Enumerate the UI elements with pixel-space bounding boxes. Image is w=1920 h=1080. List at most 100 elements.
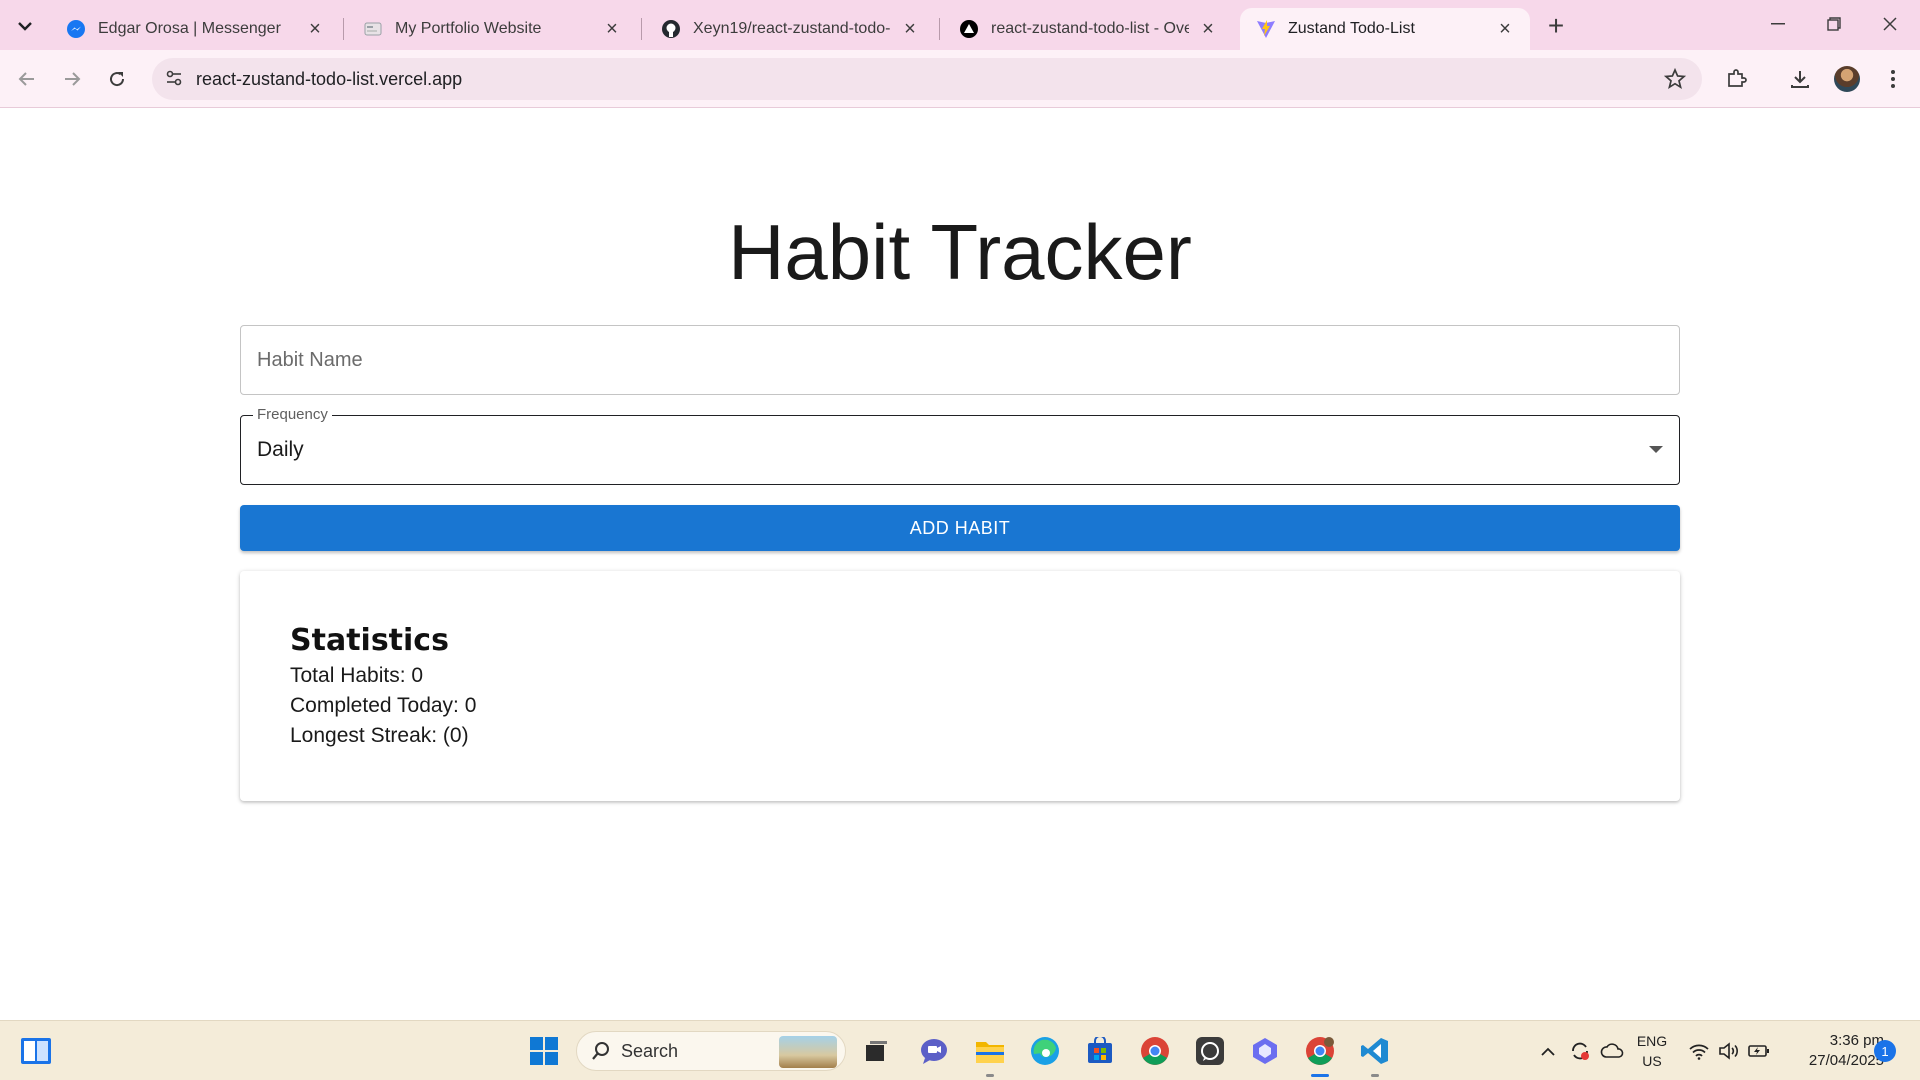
total-habits-stat: Total Habits: 0 — [290, 664, 424, 687]
whatsapp-button[interactable] — [1190, 1031, 1230, 1071]
show-hidden-icons-button[interactable] — [1536, 1031, 1560, 1071]
caret-down-icon[interactable] — [1649, 446, 1663, 453]
statistics-title: Statistics — [290, 623, 449, 658]
close-icon[interactable]: × — [899, 18, 921, 40]
vscode-button[interactable] — [1355, 1031, 1395, 1077]
running-indicator — [1371, 1074, 1379, 1077]
more-vertical-icon — [1891, 70, 1895, 88]
minimize-icon — [1771, 23, 1785, 25]
reload-icon — [110, 72, 125, 87]
whatsapp-icon — [1196, 1037, 1224, 1065]
chevron-up-icon — [1541, 1047, 1555, 1056]
tab-vercel[interactable]: react-zustand-todo-list - Overview × — [943, 8, 1233, 50]
cloud-icon — [1600, 1043, 1624, 1058]
chevron-down-icon — [18, 22, 32, 31]
profile-button[interactable] — [1830, 62, 1864, 96]
sync-icon — [1572, 1042, 1589, 1060]
messenger-icon — [66, 19, 86, 39]
restore-icon — [1827, 17, 1841, 31]
microsoft-store-button[interactable] — [1080, 1031, 1120, 1071]
page-content: Habit Tracker Frequency Daily ADD HABIT … — [0, 109, 1920, 1020]
browser-tab-strip: Edgar Orosa | Messenger × My Portfolio W… — [0, 0, 1920, 50]
tab-title: Xeyn19/react-zustand-todo-list — [693, 20, 891, 37]
taskbar: Search ENG US 3:36 pm 27/04/2025 — [0, 1020, 1920, 1080]
close-window-button[interactable] — [1862, 0, 1918, 48]
tab-title: My Portfolio Website — [395, 20, 542, 37]
widgets-button[interactable] — [16, 1031, 56, 1071]
wifi-button[interactable] — [1684, 1031, 1714, 1071]
add-habit-button[interactable]: ADD HABIT — [240, 505, 1680, 551]
task-view-button[interactable] — [856, 1031, 896, 1071]
tab-zustand-todo[interactable]: Zustand Todo-List × — [1240, 8, 1530, 50]
taskbar-search[interactable]: Search — [576, 1031, 846, 1071]
onedrive-button[interactable] — [1597, 1031, 1627, 1071]
bookmark-star-icon[interactable] — [1663, 67, 1687, 95]
url-text[interactable]: react-zustand-todo-list.vercel.app — [196, 69, 462, 90]
search-label: Search — [621, 1040, 679, 1061]
site-info-icon[interactable] — [164, 68, 184, 93]
browser-toolbar: react-zustand-todo-list.vercel.app — [0, 50, 1920, 108]
new-tab-button[interactable]: + — [1540, 10, 1572, 42]
active-indicator — [1311, 1074, 1329, 1077]
widgets-icon — [21, 1038, 51, 1064]
edge-button[interactable] — [1025, 1031, 1065, 1071]
task-view-icon — [866, 1041, 887, 1061]
windows-start-icon — [530, 1037, 558, 1065]
download-icon — [1791, 71, 1809, 88]
reload-button[interactable] — [100, 62, 134, 96]
battery-button[interactable] — [1744, 1031, 1774, 1071]
close-icon[interactable]: × — [304, 18, 326, 40]
menu-button[interactable] — [1876, 62, 1910, 96]
tab-github[interactable]: Xeyn19/react-zustand-todo-list × — [645, 8, 935, 50]
extensions-button[interactable] — [1719, 62, 1753, 96]
copilot-icon — [1253, 1038, 1277, 1064]
tab-search-button[interactable] — [10, 11, 40, 41]
speaker-icon — [1719, 1042, 1738, 1060]
frequency-select[interactable]: Frequency Daily — [240, 406, 1680, 485]
arrow-right-icon — [65, 72, 81, 86]
close-icon — [1883, 17, 1897, 31]
edge-icon — [1031, 1037, 1059, 1065]
chrome-profile-button[interactable] — [1300, 1031, 1340, 1077]
battery-charging-icon — [1748, 1045, 1769, 1057]
volume-button[interactable] — [1714, 1031, 1744, 1071]
close-icon[interactable]: × — [1494, 18, 1516, 40]
habit-name-input[interactable] — [241, 326, 1679, 394]
vscode-icon — [1361, 1038, 1388, 1064]
habit-name-field[interactable] — [240, 325, 1680, 395]
vercel-icon — [959, 19, 979, 39]
chat-icon — [921, 1039, 947, 1064]
address-bar[interactable]: react-zustand-todo-list.vercel.app — [152, 58, 1702, 100]
restore-button[interactable] — [1806, 0, 1862, 48]
wifi-icon — [1689, 1044, 1709, 1060]
back-button[interactable] — [10, 62, 44, 96]
folder-icon — [976, 1042, 1004, 1063]
close-icon[interactable]: × — [1197, 18, 1219, 40]
start-button[interactable] — [524, 1031, 564, 1071]
teams-chat-button[interactable] — [914, 1031, 954, 1071]
avatar — [1834, 66, 1860, 92]
language-indicator[interactable]: ENG US — [1630, 1031, 1674, 1071]
tab-portfolio[interactable]: My Portfolio Website × — [347, 8, 637, 50]
minimize-button[interactable] — [1750, 0, 1806, 48]
search-icon — [592, 1042, 609, 1060]
tab-separator — [939, 18, 940, 40]
clock-time: 3:36 pm — [1829, 1032, 1884, 1049]
chrome-button[interactable] — [1135, 1031, 1175, 1071]
downloads-button[interactable] — [1783, 62, 1817, 96]
sync-tray-button[interactable] — [1566, 1031, 1594, 1071]
chrome-icon — [1141, 1037, 1169, 1065]
forward-button[interactable] — [55, 62, 89, 96]
close-icon[interactable]: × — [601, 18, 623, 40]
frequency-value[interactable]: Daily — [257, 438, 304, 462]
system-clock[interactable]: 3:36 pm 27/04/2025 — [1780, 1031, 1884, 1071]
copilot-button[interactable] — [1245, 1031, 1285, 1071]
language-code: ENG — [1636, 1033, 1668, 1049]
notification-badge[interactable]: 1 — [1874, 1040, 1896, 1062]
tab-messenger[interactable]: Edgar Orosa | Messenger × — [50, 8, 340, 50]
portfolio-icon — [363, 19, 383, 39]
puzzle-icon — [1728, 69, 1747, 87]
file-explorer-button[interactable] — [970, 1031, 1010, 1077]
store-icon — [1088, 1037, 1112, 1063]
tab-separator — [343, 18, 344, 40]
